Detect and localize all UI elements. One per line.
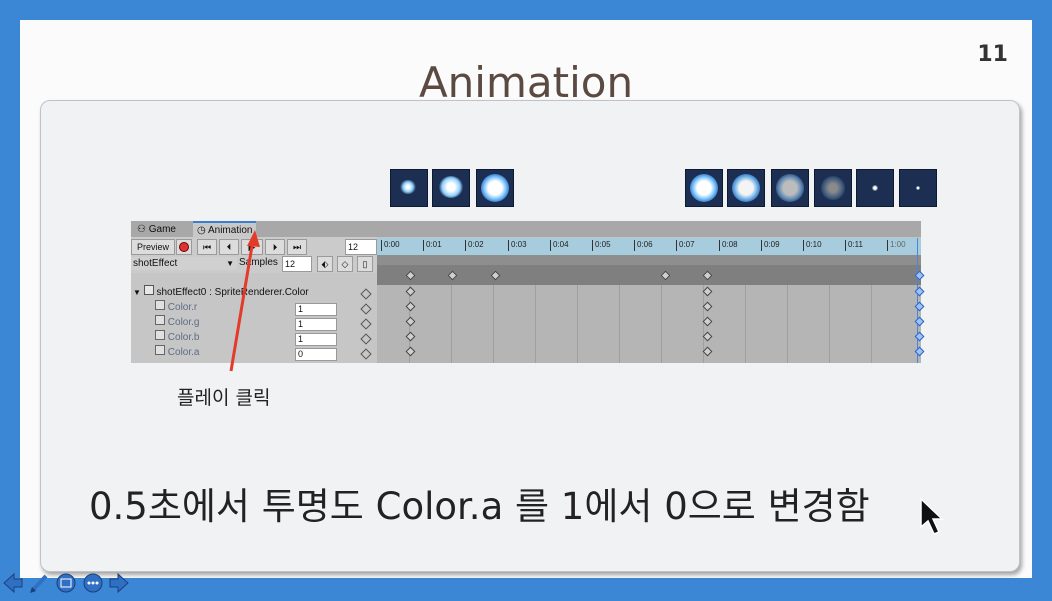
frame-gridline — [745, 285, 746, 363]
sprite-frame — [771, 169, 809, 207]
frame-field[interactable]: 12 — [345, 239, 377, 255]
timeline-tick: 0:01 — [423, 240, 442, 251]
timeline-tick: 0:03 — [508, 240, 527, 251]
color-channel-icon — [155, 300, 165, 310]
property-row[interactable]: Color.b — [155, 330, 199, 345]
previous-slide-icon[interactable] — [2, 572, 24, 594]
timeline-tick: 0:00 — [381, 240, 400, 251]
main-caption: 0.5초에서 투명도 Color.a 를 1에서 0으로 변경함 — [89, 485, 870, 528]
frame-gridline — [619, 285, 620, 363]
annotation-label: 플레이 클릭 — [177, 387, 271, 409]
property-value-field[interactable]: 1 — [295, 318, 337, 331]
last-key-button[interactable]: ⏭ — [287, 239, 307, 255]
property-value-field[interactable]: 0 — [295, 348, 337, 361]
marker-icon: ▯ — [362, 259, 368, 269]
keyframe-add-icon: ⬖ — [321, 259, 329, 269]
color-property-icon — [143, 285, 154, 295]
clock-icon: ◷ — [197, 225, 206, 236]
timeline-tick: 0:10 — [803, 240, 822, 251]
more-options-icon[interactable] — [82, 572, 104, 594]
red-arrow-icon — [229, 230, 260, 372]
timeline-tick: 0:08 — [719, 240, 738, 251]
summary-track-lower — [377, 265, 921, 285]
timeline-tick: 0:05 — [592, 240, 611, 251]
slideshow-controls — [0, 569, 150, 597]
keyframe-diamond-icon[interactable] — [360, 333, 372, 345]
record-icon — [179, 242, 189, 252]
add-marker-button[interactable]: ▯ — [357, 256, 373, 272]
sprite-frame — [390, 169, 428, 207]
add-event-button[interactable]: ◇ — [337, 256, 353, 272]
samples-field[interactable]: 12 — [282, 256, 312, 272]
frame-gridline — [451, 285, 452, 363]
property-value-field[interactable]: 1 — [295, 303, 337, 316]
frame-gridline — [661, 285, 662, 363]
sprite-frame — [476, 169, 514, 207]
timeline-tick: 0:06 — [634, 240, 653, 251]
sprite-frame — [727, 169, 765, 207]
timeline-tick: 0:04 — [550, 240, 569, 251]
property-row[interactable]: Color.r — [155, 300, 197, 315]
preview-button[interactable]: Preview — [131, 239, 175, 255]
step-forward-icon: ⏵ — [272, 242, 278, 252]
tab-game[interactable]: ⚇ Game — [133, 222, 180, 237]
next-slide-icon[interactable] — [108, 572, 130, 594]
record-button[interactable] — [176, 239, 192, 255]
property-row[interactable]: Color.g — [155, 315, 199, 330]
pen-icon[interactable] — [28, 572, 50, 594]
frame-gridline — [577, 285, 578, 363]
frame-gridline — [829, 285, 830, 363]
sprite-frame — [856, 169, 894, 207]
foldout-arrow-icon: ▼ — [133, 288, 141, 297]
event-add-icon: ◇ — [341, 259, 349, 269]
keyframe-diamond-icon[interactable] — [360, 318, 372, 330]
skip-start-icon: ⏮ — [202, 242, 212, 252]
gamepad-icon: ⚇ — [137, 224, 146, 235]
sprite-frame — [814, 169, 852, 207]
color-channel-icon — [155, 345, 165, 355]
color-channel-icon — [155, 330, 165, 340]
frame-gridline — [871, 285, 872, 363]
timeline-tick: 1:00 — [887, 240, 906, 251]
add-keyframe-button[interactable]: ⬖ — [317, 256, 333, 272]
sprite-frame — [685, 169, 723, 207]
timeline-tick: 0:09 — [761, 240, 780, 251]
keyframe-tracks[interactable] — [377, 285, 921, 363]
page-number: 11 — [977, 42, 1008, 67]
skip-end-icon: ⏭ — [292, 242, 302, 252]
timeline-tick: 0:07 — [676, 240, 695, 251]
sprite-frame — [899, 169, 937, 207]
frame-gridline — [787, 285, 788, 363]
playhead-line[interactable] — [917, 238, 918, 363]
color-channel-icon — [155, 315, 165, 325]
timeline-ruler[interactable]: 0:00 0:01 0:02 0:03 0:04 0:05 0:06 0:07 … — [377, 238, 921, 255]
frame-gridline — [493, 285, 494, 363]
keyframe-diamond-icon[interactable] — [360, 288, 372, 300]
keyframe-diamond-icon[interactable] — [360, 303, 372, 315]
mouse-pointer-icon — [920, 497, 944, 535]
timeline-tick: 0:11 — [845, 240, 863, 251]
keyframe-diamond-icon[interactable] — [360, 348, 372, 360]
frame-gridline — [535, 285, 536, 363]
first-key-button[interactable]: ⏮ — [197, 239, 217, 255]
sprite-frame — [432, 169, 470, 207]
slide-view-icon[interactable] — [55, 572, 77, 594]
property-row[interactable]: Color.a — [155, 345, 199, 360]
content-card: ⚇ Game ◷ Animation Preview ⏮ ⏴ ▶ ⏵ ⏭ 12 — [40, 100, 1020, 572]
property-value-field[interactable]: 1 — [295, 333, 337, 346]
slide: Animation 11 ⚇ Game ◷ Animation Preview … — [20, 20, 1032, 578]
timeline-tick: 0:02 — [465, 240, 484, 251]
